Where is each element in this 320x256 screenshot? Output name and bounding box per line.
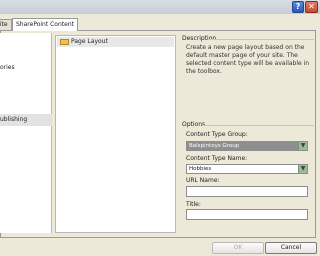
template-item-page-layout[interactable]: Page Layout xyxy=(57,37,174,47)
content-type-name-label: Content Type Name: xyxy=(186,155,248,162)
close-button[interactable]: ✕ xyxy=(305,1,318,13)
page-layout-icon xyxy=(60,39,69,45)
category-list: ories ublishing xyxy=(0,33,52,233)
category-item[interactable]: ories xyxy=(0,63,52,73)
category-item-selected[interactable]: ublishing xyxy=(0,114,52,126)
content-type-group-select[interactable]: Balspintoys Group ▼ xyxy=(186,141,308,151)
cancel-button[interactable]: Cancel xyxy=(265,242,317,254)
options-divider xyxy=(202,125,314,126)
title-input[interactable] xyxy=(186,209,308,220)
chevron-down-icon[interactable]: ▼ xyxy=(298,165,307,173)
tab-sharepoint-content[interactable]: SharePoint Content xyxy=(12,18,78,31)
ok-button[interactable]: OK xyxy=(212,242,264,254)
description-divider xyxy=(208,39,314,40)
title-label: Title: xyxy=(186,201,201,208)
content-type-name-select[interactable]: Hobbies ▼ xyxy=(186,164,308,174)
tab-site[interactable]: Site xyxy=(0,19,12,30)
help-button[interactable]: ? xyxy=(292,1,304,13)
url-name-input[interactable] xyxy=(186,186,308,197)
template-item-label: Page Layout xyxy=(71,38,108,45)
title-bar: ? ✕ xyxy=(0,0,320,14)
content-type-name-value: Hobbies xyxy=(189,166,212,172)
content-type-group-value: Balspintoys Group xyxy=(189,143,240,149)
chevron-down-icon[interactable]: ▼ xyxy=(298,142,307,150)
url-name-label: URL Name: xyxy=(186,177,220,184)
content-type-group-label: Content Type Group: xyxy=(186,131,248,138)
description-text: Create a new page layout based on the de… xyxy=(186,44,310,75)
template-list: Page Layout xyxy=(55,35,176,233)
